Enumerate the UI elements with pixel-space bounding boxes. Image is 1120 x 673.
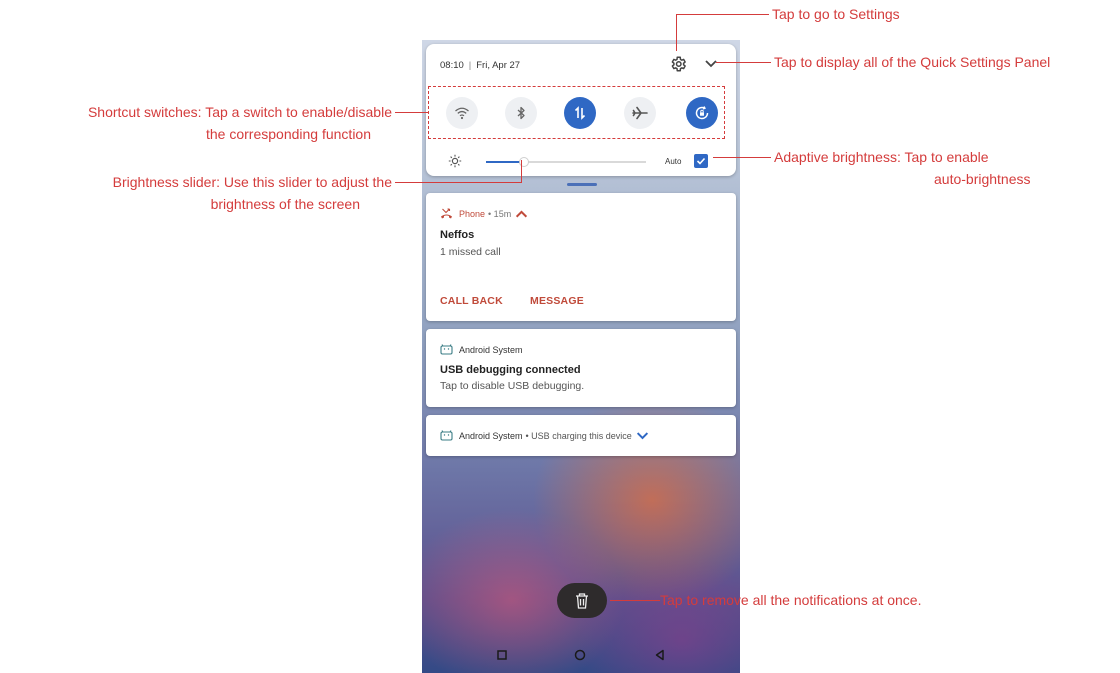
notification-time: • 15m (488, 208, 512, 219)
trash-icon (576, 592, 588, 609)
back-triangle-icon (655, 649, 664, 661)
android-icon (440, 344, 453, 355)
notification-usb-debugging[interactable]: Android System USB debugging connected T… (426, 329, 736, 407)
check-icon (696, 157, 706, 165)
message-button[interactable]: MESSAGE (530, 295, 584, 307)
notification-header: Android System (440, 344, 523, 355)
settings-callout: Tap to go to Settings (772, 6, 900, 22)
adaptive-brightness-callout-2: auto-brightness (934, 171, 1031, 187)
expand-callout: Tap to display all of the Quick Settings… (774, 54, 1051, 70)
chevron-down-icon[interactable] (704, 58, 718, 70)
notification-title: Neffos (440, 229, 475, 241)
notification-phone[interactable]: Phone • 15m Neffos 1 missed call CALL BA… (426, 193, 736, 321)
callout-line-clear-all (610, 600, 660, 601)
callout-line-shortcuts (395, 112, 428, 113)
android-icon (440, 430, 453, 441)
adaptive-brightness-callout: Adaptive brightness: Tap to enable (774, 149, 989, 165)
callout-line-expand (716, 62, 771, 63)
brightness-row: Auto (426, 152, 736, 172)
callout-line-settings (676, 14, 677, 51)
shortcut-switches-callout: Shortcut switches: Tap a switch to enabl… (87, 104, 392, 120)
notification-usb-charging[interactable]: Android System • USB charging this devic… (426, 415, 736, 456)
gear-icon[interactable] (669, 55, 687, 73)
notification-app-name: Android System (459, 344, 523, 355)
chevron-up-icon[interactable] (515, 208, 528, 219)
clear-all-callout: Tap to remove all the notifications at o… (660, 592, 922, 608)
recents-button[interactable] (494, 647, 510, 663)
brightness-sun-icon (448, 154, 462, 168)
status-header: 08:10 | Fri, Apr 27 (440, 60, 520, 71)
callout-line-brightness (395, 182, 522, 183)
brightness-slider[interactable] (486, 157, 646, 167)
callout-line-brightness (521, 160, 522, 182)
status-date: Fri, Apr 27 (476, 60, 521, 71)
notification-app-name: Phone (459, 208, 486, 219)
back-button[interactable] (652, 647, 668, 663)
home-circle-icon (574, 649, 586, 661)
status-time: 08:10 (440, 60, 464, 71)
notification-summary: • USB charging this device (525, 430, 632, 441)
shortcut-switches-highlight (428, 86, 725, 139)
auto-brightness-checkbox[interactable] (694, 154, 708, 168)
recents-square-icon (497, 650, 507, 660)
notification-text: Tap to disable USB debugging. (440, 380, 585, 392)
home-button[interactable] (572, 647, 588, 663)
notification-text: 1 missed call (440, 246, 501, 258)
brightness-slider-callout-2: brightness of the screen (210, 196, 360, 212)
clear-all-button[interactable] (557, 583, 607, 618)
missed-call-icon (441, 208, 452, 219)
brightness-slider-callout: Brightness slider: Use this slider to ad… (112, 174, 392, 190)
shortcut-switches-callout-2: the corresponding function (206, 126, 371, 142)
notification-header: Phone • 15m (440, 208, 534, 219)
panel-drag-handle[interactable] (567, 183, 597, 186)
notification-title: USB debugging connected (440, 364, 581, 376)
status-separator: | (468, 60, 472, 71)
chevron-down-icon[interactable] (636, 430, 649, 441)
auto-brightness-label: Auto (665, 157, 682, 166)
notification-app-name: Android System (459, 430, 523, 441)
callout-line-adaptive (713, 157, 771, 158)
call-back-button[interactable]: CALL BACK (440, 295, 503, 307)
callout-line-settings (676, 14, 769, 15)
notification-header: Android System • USB charging this devic… (440, 430, 655, 441)
